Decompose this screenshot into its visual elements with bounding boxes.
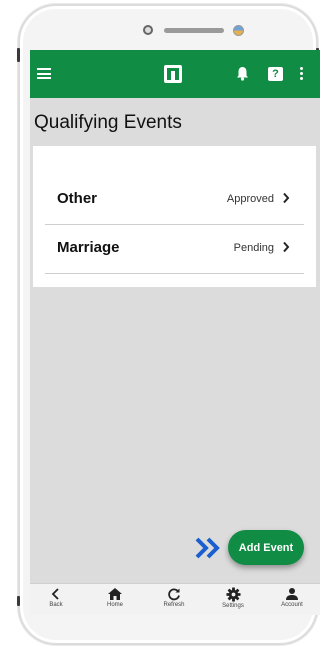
account-icon	[286, 588, 298, 600]
refresh-icon	[168, 588, 180, 601]
nav-back[interactable]: Back	[36, 587, 76, 615]
app-bar: ?	[30, 50, 320, 98]
nav-label: Back	[49, 602, 63, 608]
front-camera	[143, 25, 153, 35]
left-side-button	[17, 48, 20, 62]
nav-home[interactable]: Home	[95, 587, 135, 615]
earpiece-speaker	[164, 28, 224, 33]
chevron-right-icon	[283, 241, 290, 253]
proximity-sensor	[233, 25, 244, 36]
nav-label: Account	[281, 602, 303, 608]
nav-label: Refresh	[163, 602, 185, 608]
event-row-other[interactable]: Other Approved	[45, 176, 304, 225]
add-event-button[interactable]: Add Event	[228, 530, 304, 565]
home-icon	[108, 588, 122, 600]
app-logo[interactable]	[164, 65, 182, 83]
event-label: Marriage	[57, 239, 120, 256]
more-options-icon[interactable]	[300, 67, 303, 82]
event-row-marriage[interactable]: Marriage Pending	[45, 225, 304, 274]
app-screen: ? Qualifying Events Other Approved Marri…	[30, 50, 320, 615]
chevron-right-icon	[283, 192, 290, 204]
double-chevron-hint-icon	[195, 537, 220, 559]
bell-icon[interactable]	[236, 66, 249, 81]
back-icon	[51, 588, 59, 600]
nav-account[interactable]: Account	[272, 587, 312, 615]
nav-label: Home	[106, 602, 123, 608]
event-label: Other	[57, 190, 98, 207]
nav-label: Settings	[222, 603, 244, 609]
event-status: Pending	[233, 242, 274, 254]
bottom-nav: Back Home Refresh Settings Account	[30, 583, 320, 615]
left-side-button-lower	[17, 596, 20, 606]
help-icon[interactable]: ?	[268, 67, 283, 81]
page-title: Qualifying Events	[34, 112, 182, 133]
event-status: Approved	[226, 193, 274, 205]
events-list: Other Approved Marriage Pending	[33, 146, 316, 287]
nav-settings[interactable]: Settings	[213, 587, 253, 615]
settings-icon	[225, 587, 241, 602]
menu-icon[interactable]	[37, 68, 51, 79]
nav-refresh[interactable]: Refresh	[154, 587, 194, 615]
